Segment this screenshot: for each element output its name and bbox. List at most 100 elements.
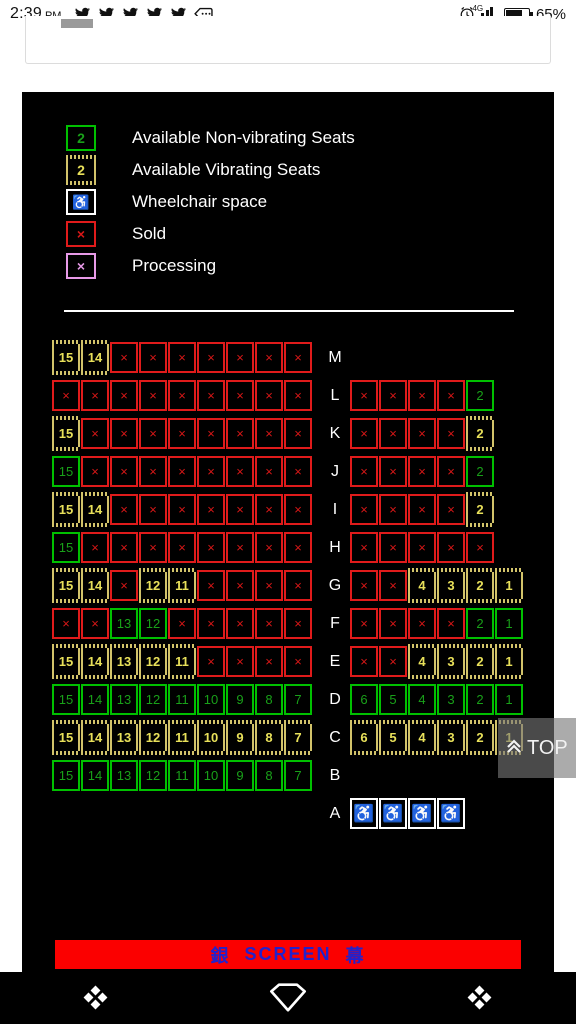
seat-sold: × (466, 532, 494, 563)
seat-sold: × (226, 608, 254, 639)
legend-swatch-processing: × (66, 253, 96, 279)
seat-available-vibrating[interactable]: 15 (52, 644, 80, 679)
seat-row-left-section: 15 14 × 12 11 × × × × (52, 568, 313, 603)
seat-available-non-vibrating[interactable]: 2 (466, 456, 494, 487)
seat-sold: × (255, 608, 283, 639)
seat-sold: × (110, 494, 138, 525)
seat-available-non-vibrating[interactable]: 6 (350, 684, 378, 715)
seat-available-vibrating[interactable]: 1 (495, 568, 523, 603)
seat-available-vibrating[interactable]: 14 (81, 720, 109, 755)
seat-available-vibrating[interactable]: 11 (168, 644, 196, 679)
seat-available-non-vibrating[interactable]: 2 (466, 608, 494, 639)
seat-available-non-vibrating[interactable]: 2 (466, 380, 494, 411)
seat-available-non-vibrating[interactable]: 13 (110, 760, 138, 791)
seat-available-vibrating[interactable]: 13 (110, 644, 138, 679)
seat-available-vibrating[interactable]: 15 (52, 416, 80, 451)
seat-row-c: 151413121110987C654321 (22, 720, 554, 760)
seat-available-vibrating[interactable]: 5 (379, 720, 407, 755)
seat-available-non-vibrating[interactable]: 11 (168, 760, 196, 791)
seat-available-non-vibrating[interactable]: 1 (495, 684, 523, 715)
seat-sold: × (350, 380, 378, 411)
seat-available-non-vibrating[interactable]: 13 (110, 684, 138, 715)
back-icon[interactable] (448, 978, 512, 1018)
seat-available-non-vibrating[interactable]: 14 (81, 684, 109, 715)
seat-available-vibrating[interactable]: 11 (168, 568, 196, 603)
seat-available-vibrating[interactable]: 1 (495, 644, 523, 679)
seat-available-non-vibrating[interactable]: 5 (379, 684, 407, 715)
seat-available-non-vibrating[interactable]: 2 (466, 684, 494, 715)
seat-available-non-vibrating[interactable]: 15 (52, 684, 80, 715)
seat-available-vibrating[interactable]: 15 (52, 568, 80, 603)
seat-available-non-vibrating[interactable]: 10 (197, 684, 225, 715)
seat-available-vibrating[interactable]: 2 (466, 568, 494, 603)
seat-available-vibrating[interactable]: 4 (408, 568, 436, 603)
seat-available-non-vibrating[interactable]: 1 (495, 608, 523, 639)
seat-available-vibrating[interactable]: 12 (139, 644, 167, 679)
seat-available-non-vibrating[interactable]: 10 (197, 760, 225, 791)
seat-available-non-vibrating[interactable]: 4 (408, 684, 436, 715)
seat-sold: × (110, 532, 138, 563)
seat-available-non-vibrating[interactable]: 12 (139, 760, 167, 791)
seat-available-vibrating[interactable]: 8 (255, 720, 283, 755)
seat-available-non-vibrating[interactable]: 15 (52, 760, 80, 791)
seat-available-vibrating[interactable]: 4 (408, 720, 436, 755)
seat-available-non-vibrating[interactable]: 9 (226, 684, 254, 715)
seat-sold: × (139, 532, 167, 563)
seat-available-non-vibrating[interactable]: 8 (255, 684, 283, 715)
seat-sold: × (52, 608, 80, 639)
seat-sold: × (197, 380, 225, 411)
seat-sold: × (110, 456, 138, 487)
seat-available-vibrating[interactable]: 3 (437, 720, 465, 755)
seat-available-non-vibrating[interactable]: 7 (284, 684, 312, 715)
recents-icon[interactable] (64, 978, 128, 1018)
seat-available-vibrating[interactable]: 15 (52, 492, 80, 527)
seat-available-non-vibrating[interactable]: 12 (139, 684, 167, 715)
seat-available-vibrating[interactable]: 14 (81, 644, 109, 679)
seat-available-non-vibrating[interactable]: 9 (226, 760, 254, 791)
seat-available-vibrating[interactable]: 2 (466, 492, 494, 527)
seat-available-vibrating[interactable]: 6 (350, 720, 378, 755)
seat-available-vibrating[interactable]: 2 (466, 720, 494, 755)
seat-row-left-section: × × 13 12 × × × × × (52, 608, 313, 639)
seat-sold: × (168, 456, 196, 487)
seat-available-vibrating[interactable]: 4 (408, 644, 436, 679)
seat-available-vibrating[interactable]: 9 (226, 720, 254, 755)
seat-available-vibrating[interactable]: 15 (52, 340, 80, 375)
seat-available-vibrating[interactable]: 13 (110, 720, 138, 755)
seat-sold: × (437, 456, 465, 487)
seat-sold: × (350, 608, 378, 639)
seat-available-vibrating[interactable]: 12 (139, 720, 167, 755)
seat-available-vibrating[interactable]: 2 (466, 416, 494, 451)
seat-available-vibrating[interactable]: 7 (284, 720, 312, 755)
seat-available-vibrating[interactable]: 2 (466, 644, 494, 679)
seat-available-non-vibrating[interactable]: 15 (52, 456, 80, 487)
seat-available-non-vibrating[interactable]: 11 (168, 684, 196, 715)
seat-available-non-vibrating[interactable]: 14 (81, 760, 109, 791)
seat-sold: × (379, 532, 407, 563)
seat-available-vibrating[interactable]: 3 (437, 568, 465, 603)
seat-available-vibrating[interactable]: 3 (437, 644, 465, 679)
scroll-to-top-button[interactable]: TOP (498, 718, 576, 778)
home-icon[interactable] (256, 978, 320, 1018)
seat-available-vibrating[interactable]: 15 (52, 720, 80, 755)
seat-available-vibrating[interactable]: 14 (81, 568, 109, 603)
seat-available-non-vibrating[interactable]: 3 (437, 684, 465, 715)
seat-selection-panel: 2 Available Non-vibrating Seats 2 Availa… (22, 92, 554, 972)
seat-sold: × (408, 456, 436, 487)
seat-sold: × (379, 494, 407, 525)
card-placeholder-bar (61, 19, 93, 28)
seat-available-non-vibrating[interactable]: 12 (139, 608, 167, 639)
seat-available-vibrating[interactable]: 11 (168, 720, 196, 755)
seat-available-non-vibrating[interactable]: 13 (110, 608, 138, 639)
seat-row-left-section: × × × × × × × × × (52, 380, 313, 411)
seat-available-vibrating[interactable]: 12 (139, 568, 167, 603)
seat-sold: × (437, 608, 465, 639)
seat-sold: × (284, 646, 312, 677)
seat-available-non-vibrating[interactable]: 8 (255, 760, 283, 791)
seat-sold: × (255, 456, 283, 487)
seat-available-non-vibrating[interactable]: 7 (284, 760, 312, 791)
seat-available-vibrating[interactable]: 14 (81, 492, 109, 527)
seat-available-vibrating[interactable]: 10 (197, 720, 225, 755)
seat-available-vibrating[interactable]: 14 (81, 340, 109, 375)
seat-available-non-vibrating[interactable]: 15 (52, 532, 80, 563)
